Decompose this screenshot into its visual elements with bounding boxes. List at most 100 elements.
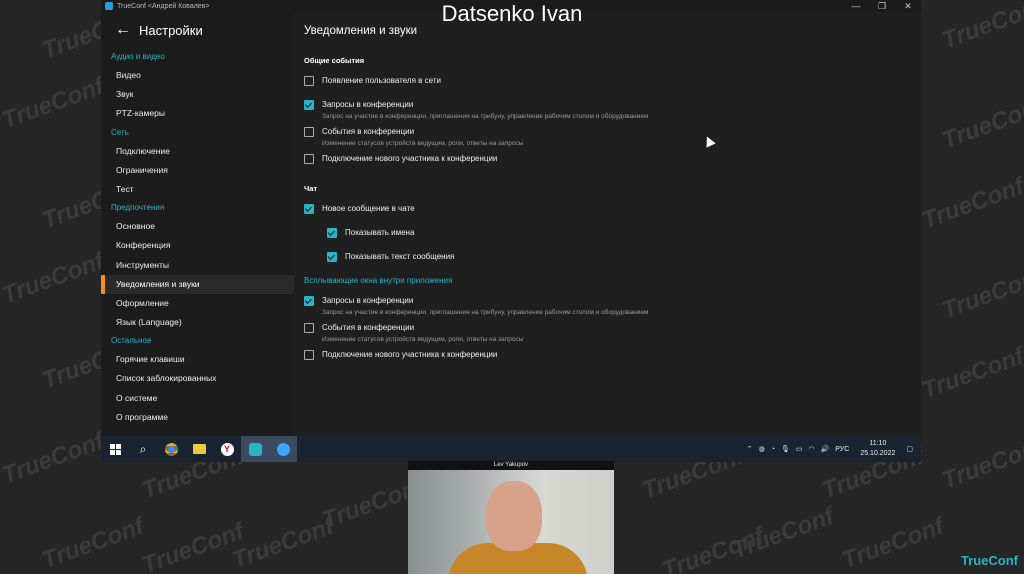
- option-row[interactable]: Появление пользователя в сети: [304, 70, 921, 94]
- chevron-up-icon[interactable]: ⌃: [747, 445, 753, 453]
- sidebar-item[interactable]: PTZ-камеры: [101, 104, 294, 123]
- option-new-chat-message[interactable]: Новое сообщение в чате: [304, 198, 921, 222]
- option-label: Новое сообщение в чате: [322, 204, 415, 213]
- checkbox[interactable]: [304, 350, 314, 360]
- option-label: Показывать имена: [345, 228, 415, 237]
- chrome-icon[interactable]: [157, 436, 185, 462]
- settings-window: TrueConf <Андрей Ковалев> — ❐ ✕ ← Настро…: [101, 0, 921, 462]
- option-row[interactable]: События в конференции Изменение статусов …: [304, 121, 921, 148]
- sidebar-item[interactable]: Основное: [101, 217, 294, 236]
- trueconf-watermark: TrueConf: [0, 427, 108, 490]
- checkbox[interactable]: [304, 127, 314, 137]
- trueconf-watermark: TrueConf: [938, 262, 1024, 325]
- participant-name: Lev Yakupov: [408, 461, 614, 470]
- microphone-icon[interactable]: 🎙: [781, 445, 790, 453]
- trueconf-watermark: TrueConf: [938, 432, 1024, 495]
- sidebar-item[interactable]: Конференция: [101, 236, 294, 255]
- sidebar-section-label: Сеть: [111, 127, 129, 137]
- option-description: Изменение статусов устройств ведущим, ро…: [322, 140, 524, 147]
- option-label: События в конференции: [322, 127, 415, 136]
- option-show-text[interactable]: Показывать текст сообщения: [304, 246, 921, 270]
- trueconf-watermark: TrueConf: [228, 512, 338, 574]
- windows-start-icon[interactable]: [101, 436, 129, 462]
- participant-video: Lev Yakupov: [408, 461, 614, 574]
- sidebar-item[interactable]: Тест: [101, 180, 294, 199]
- sidebar-item[interactable]: Язык (Language): [101, 313, 294, 332]
- checkbox-checked[interactable]: [304, 100, 314, 110]
- popup-options: Запросы в конференции Запрос на участие в…: [304, 290, 921, 368]
- checkbox[interactable]: [304, 76, 314, 86]
- checkbox[interactable]: [327, 228, 337, 238]
- trueconf-room-icon[interactable]: [241, 436, 269, 462]
- volume-icon[interactable]: 🔊: [821, 445, 830, 453]
- sidebar-item[interactable]: Горячие клавиши: [101, 350, 294, 369]
- file-explorer-icon[interactable]: [185, 436, 213, 462]
- option-label: Подключение нового участника к конференц…: [322, 350, 498, 359]
- option-row[interactable]: Подключение нового участника к конференц…: [304, 148, 921, 172]
- notification-icon[interactable]: ▢: [906, 445, 913, 453]
- option-description: Изменение статусов устройств ведущим, ро…: [322, 336, 524, 343]
- sidebar-item[interactable]: Оформление: [101, 294, 294, 313]
- trueconf-watermark: TrueConf: [728, 502, 838, 565]
- sync-icon[interactable]: ◔: [771, 446, 775, 453]
- trueconf-watermark: TrueConf: [658, 522, 768, 574]
- option-label: События в конференции: [322, 323, 415, 332]
- sidebar-section-label: Предпочтения: [111, 203, 165, 213]
- trueconf-watermark: TrueConf: [0, 247, 108, 310]
- speaker-name: Datsenko Ivan: [441, 1, 583, 26]
- option-label: Подключение нового участника к конференц…: [322, 154, 498, 163]
- language-indicator[interactable]: РУС: [835, 446, 849, 453]
- sidebar-item[interactable]: Звук: [101, 85, 294, 104]
- system-tray: ⌃ ◍ ◔ 🎙 ▭ ◠ 🔊 РУС 11:10 25.10.2022 ▢: [744, 436, 921, 462]
- clock-date: 25.10.2022: [860, 450, 896, 457]
- checkbox[interactable]: [304, 323, 314, 333]
- sidebar-item[interactable]: О программе: [101, 408, 294, 427]
- option-label: Запросы в конференции: [322, 296, 414, 305]
- option-row[interactable]: События в конференции Изменение статусов …: [304, 317, 921, 344]
- section-general-events: Общие события: [304, 56, 365, 65]
- settings-sidebar: ← Настройки Аудио и видео Видео Звук PTZ-ка…: [101, 12, 294, 436]
- sidebar-section-label: Аудио и видео: [111, 52, 165, 61]
- checkbox[interactable]: [304, 204, 314, 214]
- sidebar-list: Аудио и видео Видео Звук PTZ-камеры Сеть Подк…: [101, 48, 294, 427]
- trueconf-client-icon[interactable]: [269, 436, 297, 462]
- checkbox-checked[interactable]: [304, 296, 314, 306]
- trueconf-watermark: TrueConf: [38, 512, 148, 574]
- option-label: Показывать текст сообщения: [345, 252, 455, 261]
- trueconf-logo: TrueConf: [960, 553, 1018, 568]
- trueconf-watermark: TrueConf: [918, 172, 1024, 235]
- yandex-browser-icon[interactable]: Y: [213, 436, 241, 462]
- option-label: Запросы в конференции: [322, 100, 414, 109]
- general-options: Появление пользователя в сети Запросы в к…: [304, 70, 921, 172]
- network-icon[interactable]: ◍: [759, 445, 765, 453]
- tray-clock[interactable]: 11:10 25.10.2022: [860, 439, 895, 459]
- sidebar-item[interactable]: Инструменты: [101, 256, 294, 275]
- option-description: Запрос на участие в конференции, приглаш…: [322, 309, 649, 316]
- trueconf-watermark: TrueConf: [0, 72, 108, 135]
- option-row[interactable]: Запросы в конференции Запрос на участие в…: [304, 290, 921, 317]
- section-popups: Всплывающие окна внутри приложения: [304, 276, 453, 285]
- sidebar-item[interactable]: Ограничения: [101, 161, 294, 180]
- option-description: Запрос на участие в конференции, приглаш…: [322, 113, 649, 120]
- trueconf-watermark: TrueConf: [938, 92, 1024, 155]
- search-icon[interactable]: ⌕: [129, 436, 157, 462]
- participant-face: [486, 481, 542, 551]
- windows-taskbar: ⌕ Y ⌃ ◍ ◔ 🎙 ▭ ◠ 🔊 РУС 11:10 25.10.2022 ▢: [101, 436, 921, 462]
- trueconf-watermark: TrueConf: [918, 342, 1024, 405]
- sidebar-item[interactable]: Видео: [101, 66, 294, 85]
- wifi-icon[interactable]: ◠: [808, 445, 814, 453]
- sidebar-item[interactable]: О системе: [101, 389, 294, 408]
- option-row[interactable]: Запросы в конференции Запрос на участие в…: [304, 94, 921, 121]
- option-show-names[interactable]: Показывать имена: [304, 222, 921, 246]
- checkbox[interactable]: [327, 252, 337, 262]
- sidebar-item[interactable]: Подключение: [101, 142, 294, 161]
- option-row[interactable]: Подключение нового участника к конференц…: [304, 344, 921, 368]
- sidebar-item[interactable]: Список заблокированных: [101, 369, 294, 388]
- sidebar-item[interactable]: Уведомления и звуки: [101, 274, 294, 294]
- clock-time: 11:10: [869, 440, 887, 447]
- battery-icon[interactable]: ▭: [796, 445, 803, 453]
- trueconf-watermark: TrueConf: [138, 517, 248, 574]
- section-chat: Чат: [304, 184, 318, 193]
- checkbox[interactable]: [304, 154, 314, 164]
- sidebar-section-label: Остальное: [111, 336, 152, 346]
